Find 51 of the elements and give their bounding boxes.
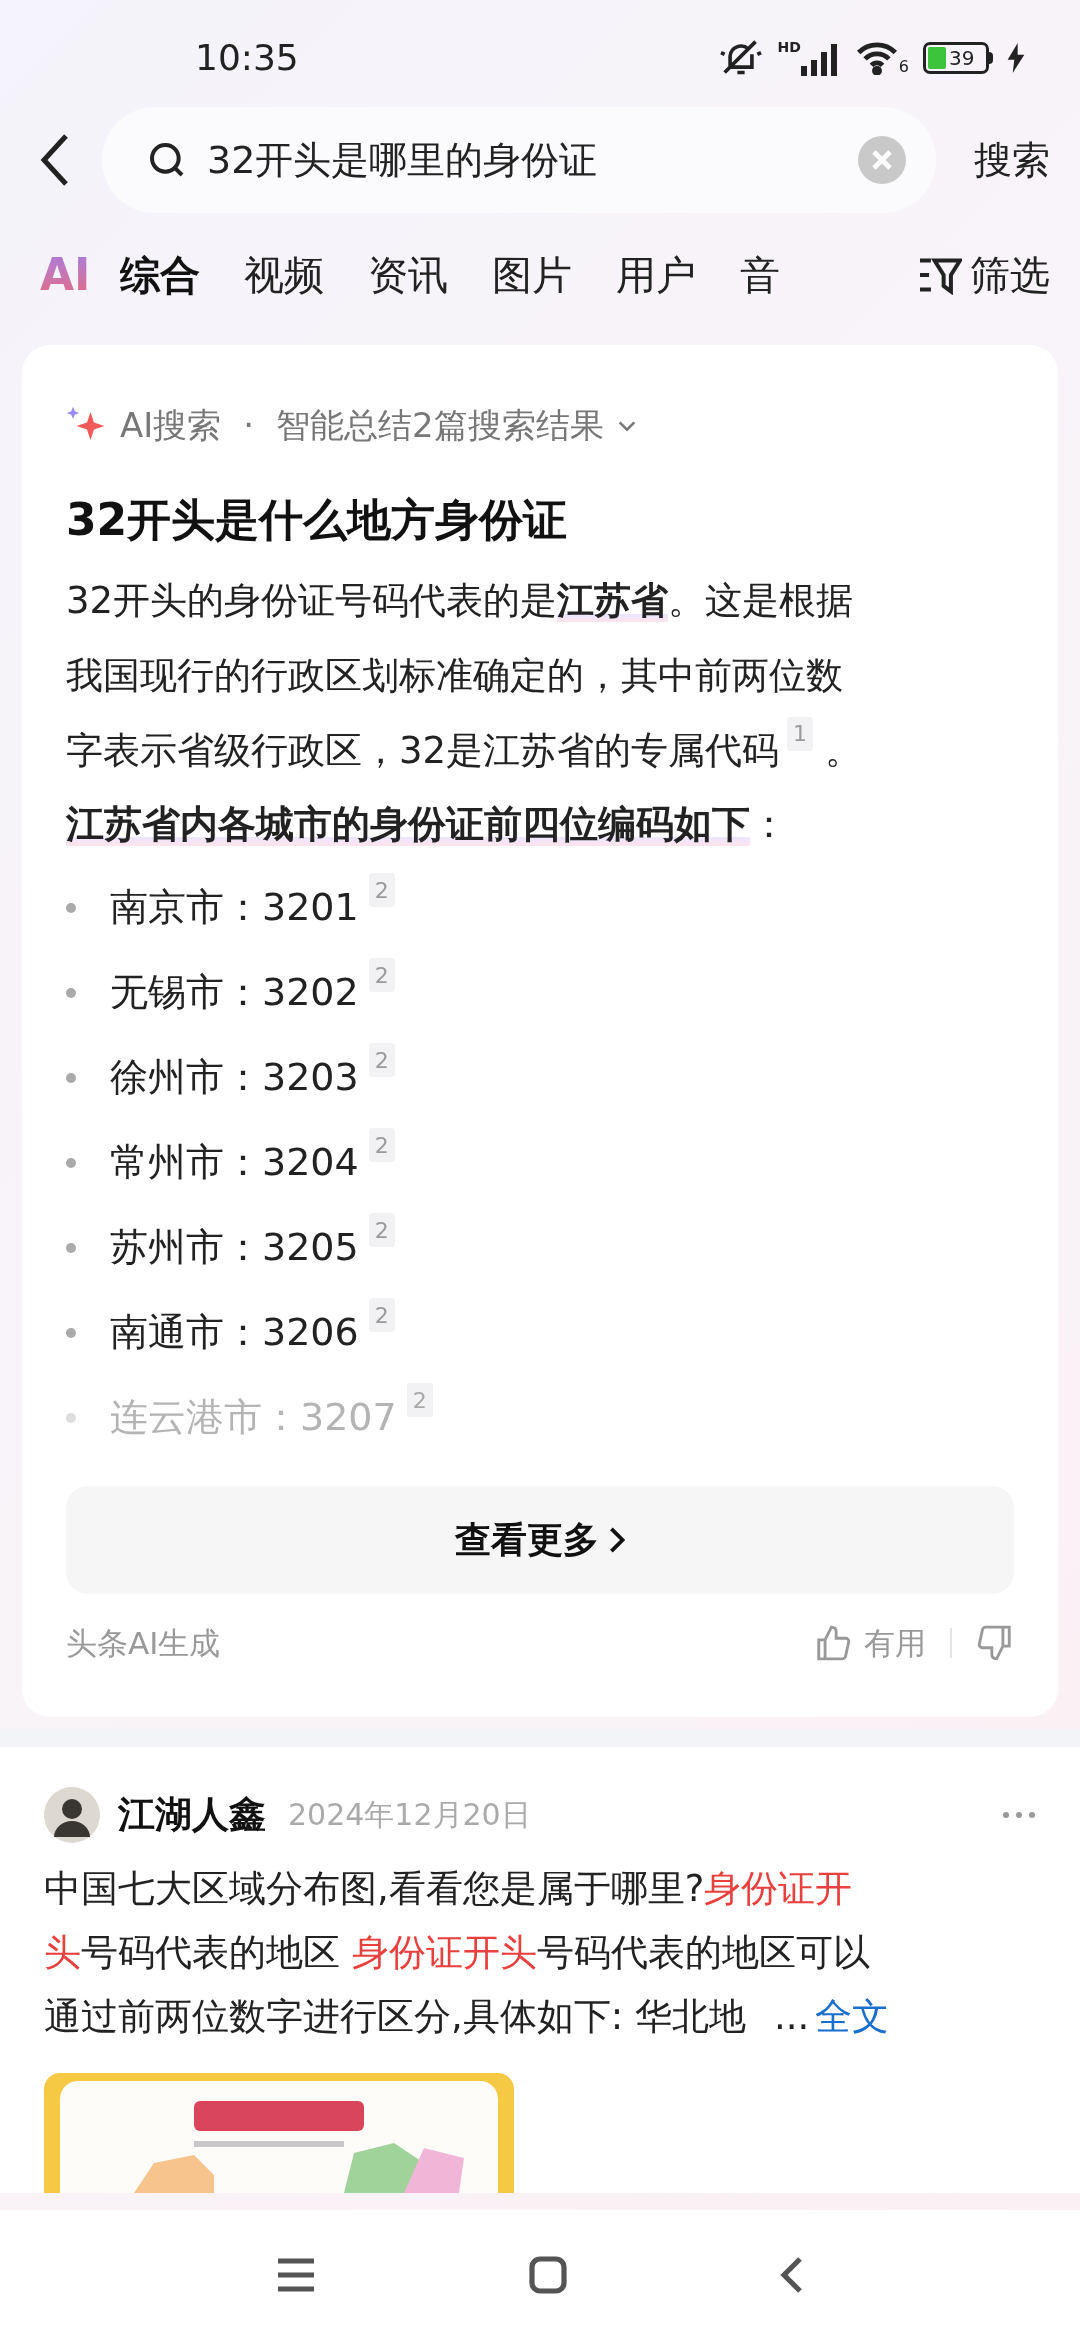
answer-text-line: 32开头的身份证号码代表的是江苏省。这是根据 <box>66 578 854 624</box>
post-date: 2024年12月20日 <box>288 1796 531 1834</box>
menu-icon[interactable] <box>276 2257 316 2293</box>
paragraph-end: 。 <box>825 728 863 774</box>
thumbs-down-icon[interactable] <box>976 1624 1014 1663</box>
post-excerpt-line[interactable]: 中国七大区域分布图,看看您是属于哪里?身份证开 <box>44 1856 853 1921</box>
more-options-icon[interactable] <box>1002 1810 1036 1819</box>
battery-level: 39 <box>949 47 975 68</box>
author-name[interactable]: 江湖人鑫 <box>118 1786 266 1843</box>
search-field[interactable]: 32开头是哪里的身份证 <box>102 107 936 213</box>
charging-icon <box>1007 42 1025 73</box>
city-code-item: 无锡市：3202 <box>110 969 359 1016</box>
category-tab[interactable]: 综合 <box>120 245 201 305</box>
ai-generated-label: 头条AI生成 <box>66 1624 221 1663</box>
ellipsis-text: ... <box>774 1993 810 2040</box>
thumbs-up-icon <box>814 1624 852 1663</box>
chevron-right-icon <box>609 1527 625 1553</box>
category-tab[interactable]: 图片 <box>492 245 573 305</box>
city-code-item: 南通市：3206 <box>110 1309 359 1356</box>
city-code-item: 徐州市：3203 <box>110 1054 359 1101</box>
city-code-item: 连云港市：3207 <box>110 1394 397 1441</box>
separator-dot: · <box>243 404 255 447</box>
answer-title: 32开头是什么地方身份证 <box>66 493 569 547</box>
category-tab[interactable]: 视频 <box>244 245 325 305</box>
answer-text-line: 我国现行的行政区划标准确定的，其中前两位数 <box>66 653 843 699</box>
summary-info[interactable]: 智能总结2篇搜索结果 <box>276 400 604 451</box>
battery-fill <box>928 46 946 69</box>
filter-button[interactable]: 筛选 <box>910 245 1050 305</box>
city-code-item: 苏州市：3205 <box>110 1224 359 1271</box>
ai-source-label: AI搜索 <box>120 404 222 447</box>
view-more-button[interactable]: 查看更多 <box>66 1486 1014 1594</box>
answer-text-line: 字表示省级行政区，32是江苏省的专属代码 <box>66 728 780 774</box>
avatar[interactable] <box>44 1786 100 1843</box>
category-tab[interactable]: 音 <box>740 245 781 305</box>
full-text-link[interactable]: 全文 <box>815 1984 890 2049</box>
wifi-icon <box>854 40 899 75</box>
post-excerpt-line[interactable]: 通过前两位数字进行区分,具体如下: 华北地 <box>44 1984 746 2049</box>
back-icon[interactable] <box>40 132 70 188</box>
wifi-label: 6 <box>898 58 909 75</box>
city-code-item: 南京市：3201 <box>110 884 359 931</box>
category-tab[interactable]: 用户 <box>616 245 697 305</box>
search-button[interactable]: 搜索 <box>974 131 1050 189</box>
filter-icon <box>918 255 962 295</box>
category-tab[interactable]: 资讯 <box>368 245 449 305</box>
back-icon[interactable] <box>780 2255 804 2295</box>
network-label: HD <box>777 39 801 54</box>
post-excerpt-line[interactable]: 头号码代表的地区 身份证开头号码代表的地区可以 <box>44 1920 870 1985</box>
city-code-item: 常州市：3204 <box>110 1139 359 1186</box>
home-icon[interactable] <box>528 2255 568 2295</box>
search-query: 32开头是哪里的身份证 <box>207 136 599 184</box>
status-time: 10:35 <box>195 35 299 80</box>
